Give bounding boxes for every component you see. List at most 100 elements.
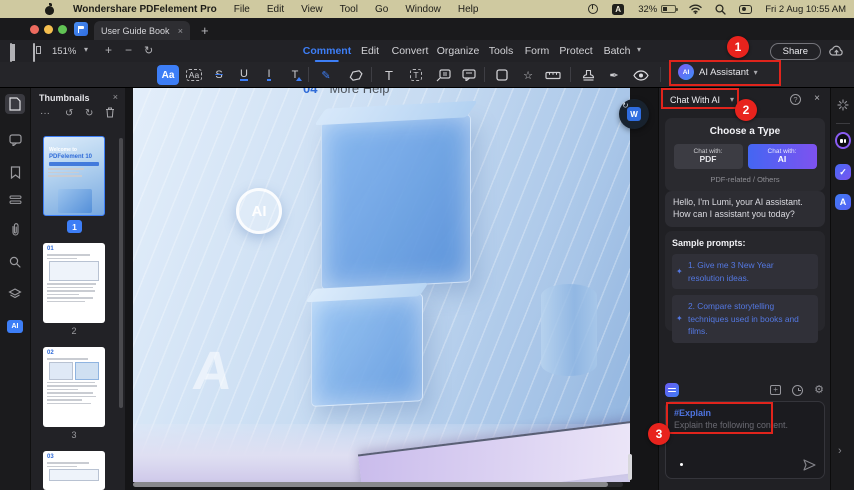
- record-indicator-icon[interactable]: [588, 4, 599, 14]
- rotate-left-icon[interactable]: ↺: [65, 108, 73, 119]
- translate-icon[interactable]: A: [835, 194, 851, 210]
- menu-tool[interactable]: Tool: [340, 4, 358, 15]
- area-highlight-tool[interactable]: Aa: [183, 65, 205, 85]
- delete-page-icon[interactable]: [105, 107, 115, 118]
- pencil-tool[interactable]: ✎: [315, 65, 337, 85]
- add-text-tool[interactable]: T: [378, 65, 400, 85]
- wifi-icon[interactable]: [689, 4, 702, 14]
- chat-with-pdf-button[interactable]: Chat with: PDF: [673, 144, 743, 169]
- menu-file[interactable]: File: [234, 4, 250, 15]
- sidebar-toggle-icon[interactable]: [10, 43, 12, 62]
- menu-go[interactable]: Go: [375, 4, 388, 15]
- cloud-upload-icon[interactable]: [829, 45, 844, 57]
- callout-tool[interactable]: [432, 65, 454, 85]
- zoom-out-button[interactable]: −: [125, 43, 132, 57]
- batch-chevron-icon[interactable]: ▾: [637, 45, 641, 54]
- history-icon[interactable]: [792, 384, 804, 396]
- thumbnails-scrollbar[interactable]: [119, 138, 123, 408]
- traffic-close-button[interactable]: [30, 25, 39, 34]
- sample-prompt-2[interactable]: ✦ 2. Compare storytelling techniques use…: [672, 295, 818, 344]
- ribbon-tab-batch[interactable]: Batch: [604, 45, 631, 57]
- underline-tool[interactable]: U: [233, 65, 255, 85]
- horizontal-scrollbar[interactable]: [133, 482, 623, 487]
- tab-close-icon[interactable]: ×: [178, 26, 183, 36]
- menu-view[interactable]: View: [301, 4, 323, 15]
- app-menu-title[interactable]: Wondershare PDFelement Pro: [73, 4, 217, 15]
- thumbnail-page-2[interactable]: 01: [43, 243, 105, 323]
- layers-panel-tab[interactable]: [5, 284, 25, 304]
- ribbon-tab-comment[interactable]: Comment: [303, 45, 351, 57]
- control-center-icon[interactable]: [739, 4, 753, 14]
- menu-help[interactable]: Help: [458, 4, 479, 15]
- search-panel-tab[interactable]: [5, 252, 25, 272]
- thumbnail-page-3[interactable]: 02: [43, 347, 105, 427]
- squiggly-underline-tool[interactable]: I: [258, 65, 280, 85]
- apple-menu-icon[interactable]: [44, 2, 55, 15]
- ai-effects-icon[interactable]: [835, 98, 851, 112]
- ribbon-tab-edit[interactable]: Edit: [361, 45, 379, 57]
- ribbon-tab-tools[interactable]: Tools: [489, 45, 514, 57]
- ai-panel-tab[interactable]: AI: [5, 316, 25, 336]
- vertical-scrollbar-thumb[interactable]: [628, 454, 632, 480]
- thumbnail-page-4[interactable]: 03: [43, 451, 105, 490]
- rotate-page-icon[interactable]: ↻: [144, 44, 153, 57]
- thumbnail-panel-tab[interactable]: [5, 94, 25, 114]
- shape-rectangle-tool[interactable]: [491, 65, 513, 85]
- panel-close-icon[interactable]: ×: [814, 93, 820, 104]
- location-pin-icon[interactable]: [675, 459, 688, 472]
- lumi-robot-icon[interactable]: [835, 132, 851, 149]
- bookmark-panel-tab[interactable]: [5, 162, 25, 182]
- eraser-tool[interactable]: [345, 65, 367, 85]
- ribbon-tab-organize[interactable]: Organize: [437, 45, 480, 57]
- ribbon-tab-convert[interactable]: Convert: [392, 45, 429, 57]
- traffic-zoom-button[interactable]: [58, 25, 67, 34]
- chat-with-ai-button[interactable]: Chat with: AI: [747, 144, 817, 169]
- thumbnails-close-icon[interactable]: ×: [113, 92, 118, 102]
- attachment-panel-tab[interactable]: [5, 220, 25, 240]
- share-button[interactable]: Share: [769, 43, 821, 60]
- page-view-icon[interactable]: [33, 43, 35, 62]
- strikethrough-tool[interactable]: S: [208, 65, 230, 85]
- new-chat-icon[interactable]: +: [770, 384, 782, 395]
- menu-window[interactable]: Window: [405, 4, 441, 15]
- outline-panel-tab[interactable]: [5, 190, 25, 210]
- proofread-check-icon[interactable]: ✓: [835, 164, 851, 180]
- ribbon-tab-protect[interactable]: Protect: [559, 45, 592, 57]
- menu-edit[interactable]: Edit: [267, 4, 284, 15]
- caret-insert-tool[interactable]: T: [284, 65, 306, 85]
- panel-collapse-chevron[interactable]: ›: [838, 445, 842, 457]
- document-viewer[interactable]: AI A 04 More Help ↻ W: [125, 88, 658, 490]
- strikethrough-glyph: S: [215, 69, 223, 81]
- prompt-library-icon[interactable]: [665, 383, 679, 397]
- stamp-tool[interactable]: [577, 65, 599, 85]
- text-box-tool[interactable]: T: [405, 65, 427, 85]
- menubar-clock[interactable]: Fri 2 Aug 10:55 AM: [765, 4, 846, 15]
- measure-tool[interactable]: [542, 65, 564, 85]
- thumb1-textlines: [48, 168, 100, 177]
- zoom-level[interactable]: 151%: [52, 46, 76, 57]
- panel-help-icon[interactable]: ?: [790, 94, 801, 105]
- star-shape-tool[interactable]: ☆: [517, 65, 539, 85]
- battery-icon[interactable]: [661, 5, 679, 13]
- spotlight-search-icon[interactable]: [715, 3, 726, 15]
- thumbnail-page-1[interactable]: Welcome to PDFelement 10: [43, 136, 105, 216]
- zoom-in-button[interactable]: +: [105, 43, 112, 57]
- comment-panel-tab[interactable]: [5, 130, 25, 150]
- zoom-dropdown-icon[interactable]: ▾: [84, 45, 88, 54]
- highlight-tool[interactable]: Aa: [157, 65, 179, 85]
- sample-prompt-1[interactable]: ✦ 1. Give me 3 New Year resolution ideas…: [672, 254, 818, 290]
- traffic-minimize-button[interactable]: [44, 25, 53, 34]
- ribbon-tab-form[interactable]: Form: [525, 45, 550, 57]
- document-tab[interactable]: User Guide Book ×: [94, 21, 190, 40]
- input-source-badge[interactable]: A: [612, 3, 625, 15]
- send-button[interactable]: [803, 459, 816, 471]
- thumbnails-more-icon[interactable]: ···: [40, 108, 50, 119]
- eye-visibility-tool[interactable]: [630, 65, 652, 85]
- convert-to-word-badge[interactable]: ↻ W: [619, 99, 649, 129]
- rotate-right-icon[interactable]: ↻: [85, 108, 93, 119]
- settings-gear-icon[interactable]: ⚙: [814, 384, 824, 396]
- signature-tool[interactable]: ✒: [603, 65, 625, 85]
- pdf-page[interactable]: AI A 04 More Help: [133, 88, 630, 482]
- comment-note-tool[interactable]: [458, 65, 480, 85]
- new-tab-button[interactable]: +: [201, 23, 209, 38]
